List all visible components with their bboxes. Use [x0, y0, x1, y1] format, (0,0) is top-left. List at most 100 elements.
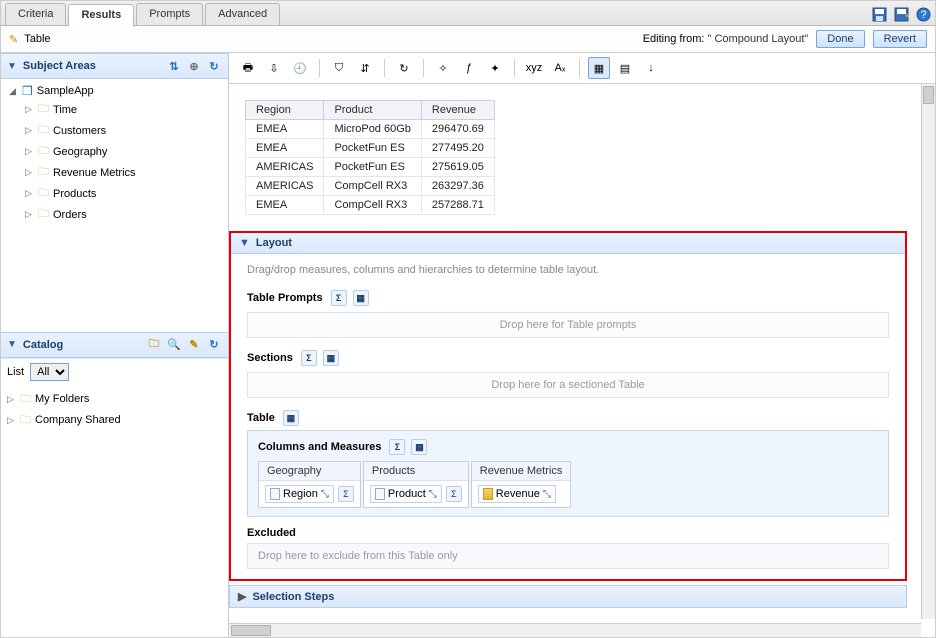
- schedule-icon[interactable]: 🕘: [289, 57, 311, 79]
- tree-item-time[interactable]: ▷🗀Time: [5, 99, 224, 120]
- selection-steps-header[interactable]: ▶ Selection Steps: [229, 585, 907, 608]
- tree-item-products[interactable]: ▷🗀Products: [5, 183, 224, 204]
- sections-text: Sections: [247, 352, 293, 364]
- columns-measures-box: Columns and Measures Σ ▦ Geography: [247, 430, 889, 517]
- new-prompt-icon[interactable]: ✦: [484, 57, 506, 79]
- catalog-tree: ▷🗀My Folders ▷🗀Company Shared: [1, 385, 228, 638]
- cell: CompCell RX3: [324, 196, 421, 215]
- format-icon[interactable]: Aₓ: [549, 57, 571, 79]
- column-header-region[interactable]: Region: [246, 101, 324, 120]
- folder-icon: 🗀: [38, 121, 49, 140]
- tree-item-geography[interactable]: ▷🗀Geography: [5, 141, 224, 162]
- refresh-results-icon[interactable]: ↻: [393, 57, 415, 79]
- caret-closed-icon: ▷: [25, 167, 34, 178]
- cell: AMERICAS: [246, 158, 324, 177]
- table-prompts-dropzone[interactable]: Drop here for Table prompts: [247, 312, 889, 338]
- view-mode-layout-icon[interactable]: ▤: [614, 57, 636, 79]
- refresh-icon[interactable]: ↻: [206, 58, 222, 74]
- sort-icon[interactable]: ⇅: [166, 58, 182, 74]
- catalog-header[interactable]: ▼ Catalog 🗀 🔍 ✎ ↻: [1, 332, 228, 358]
- new-view-icon[interactable]: ✧: [432, 57, 454, 79]
- new-folder-icon[interactable]: 🗀: [146, 337, 162, 353]
- catalog-item-my-folders[interactable]: ▷🗀My Folders: [5, 389, 224, 410]
- tab-advanced[interactable]: Advanced: [205, 3, 280, 25]
- tab-prompts[interactable]: Prompts: [136, 3, 203, 25]
- chip-menu-icon[interactable]: ⤡: [321, 489, 329, 500]
- table-label: Table ▦: [247, 410, 889, 426]
- scrollbar-thumb[interactable]: [923, 86, 934, 104]
- properties-icon[interactable]: ▦: [323, 350, 339, 366]
- tree-item-revenue-metrics[interactable]: ▷🗀Revenue Metrics: [5, 162, 224, 183]
- table-row[interactable]: EMEAPocketFun ES277495.20: [246, 139, 495, 158]
- list-select[interactable]: All: [30, 363, 69, 381]
- chip-region[interactable]: Region⤡: [265, 485, 334, 503]
- xyz-icon[interactable]: xyz: [523, 57, 545, 79]
- tab-criteria[interactable]: Criteria: [5, 3, 66, 25]
- sections-dropzone[interactable]: Drop here for a sectioned Table: [247, 372, 889, 398]
- chip-product[interactable]: Product⤡: [370, 485, 442, 503]
- properties-icon[interactable]: ▦: [353, 290, 369, 306]
- cell: CompCell RX3: [324, 177, 421, 196]
- cm-col-products[interactable]: Products Product⤡ Σ: [363, 461, 469, 508]
- chip-menu-icon[interactable]: ⤡: [543, 489, 551, 500]
- totals-icon[interactable]: Σ: [301, 350, 317, 366]
- new-calc-icon[interactable]: ƒ: [458, 57, 480, 79]
- table-row[interactable]: AMERICASPocketFun ES275619.05: [246, 158, 495, 177]
- cm-col-revenue-metrics[interactable]: Revenue Metrics Revenue⤡: [471, 461, 572, 508]
- svg-text:*: *: [905, 12, 909, 22]
- properties-icon[interactable]: ▦: [411, 439, 427, 455]
- cm-col-header: Products: [364, 462, 468, 481]
- help-icon[interactable]: ?: [915, 6, 931, 22]
- tree-item-customers[interactable]: ▷🗀Customers: [5, 120, 224, 141]
- revert-button[interactable]: Revert: [873, 30, 927, 48]
- search-icon[interactable]: 🔍: [166, 337, 182, 353]
- add-area-icon[interactable]: ⊕: [186, 58, 202, 74]
- column-header-product[interactable]: Product: [324, 101, 421, 120]
- edit-icon[interactable]: ✎: [186, 337, 202, 353]
- catalog-item-company-shared[interactable]: ▷🗀Company Shared: [5, 410, 224, 431]
- column-header-revenue[interactable]: Revenue: [421, 101, 494, 120]
- tree-root[interactable]: ◢ ❒ SampleApp: [5, 83, 224, 99]
- table-row[interactable]: EMEAMicroPod 60Gb296470.69: [246, 120, 495, 139]
- subject-areas-header[interactable]: ▼ Subject Areas ⇅ ⊕ ↻: [1, 53, 228, 79]
- horizontal-scrollbar[interactable]: [229, 623, 921, 637]
- separator: [579, 59, 580, 77]
- table-properties-icon[interactable]: ▦: [283, 410, 299, 426]
- filter-icon[interactable]: ⛉: [328, 57, 350, 79]
- tab-results[interactable]: Results: [68, 4, 134, 26]
- refresh-catalog-icon[interactable]: ↻: [206, 337, 222, 353]
- layout-section: ▼ Layout Drag/drop measures, columns and…: [229, 231, 907, 581]
- columns-measures-header: Columns and Measures Σ ▦: [258, 439, 878, 455]
- totals-icon[interactable]: Σ: [446, 486, 462, 502]
- scrollbar-thumb[interactable]: [231, 625, 271, 636]
- layout-hint: Drag/drop measures, columns and hierarch…: [247, 258, 889, 286]
- tree-item-orders[interactable]: ▷🗀Orders: [5, 204, 224, 225]
- table-row[interactable]: EMEACompCell RX3257288.71: [246, 196, 495, 215]
- catalog-title: Catalog: [23, 339, 63, 351]
- done-button[interactable]: Done: [816, 30, 864, 48]
- expand-icon: ▶: [238, 590, 246, 603]
- cm-col-geography[interactable]: Geography Region⤡ Σ: [258, 461, 361, 508]
- save-as-icon[interactable]: *: [893, 6, 909, 22]
- totals-icon[interactable]: Σ: [389, 439, 405, 455]
- sort-tool-icon[interactable]: ⇵: [354, 57, 376, 79]
- excluded-label: Excluded: [247, 527, 889, 539]
- totals-icon[interactable]: Σ: [331, 290, 347, 306]
- export-icon[interactable]: ⇩: [263, 57, 285, 79]
- cell: 296470.69: [421, 120, 494, 139]
- print-icon[interactable]: 🖶: [237, 57, 259, 79]
- view-mode-grid-icon[interactable]: ▦: [588, 57, 610, 79]
- sort-columns-icon[interactable]: ↓: [640, 57, 662, 79]
- layout-header[interactable]: ▼ Layout: [231, 233, 905, 254]
- chip-menu-icon[interactable]: ⤡: [429, 489, 437, 500]
- caret-closed-icon: ▷: [7, 415, 16, 426]
- excluded-dropzone[interactable]: Drop here to exclude from this Table onl…: [247, 543, 889, 569]
- totals-icon[interactable]: Σ: [338, 486, 354, 502]
- vertical-scrollbar[interactable]: [921, 84, 935, 619]
- catalog-filter-bar: List All: [1, 358, 228, 385]
- save-icon[interactable]: [871, 6, 887, 22]
- table-row[interactable]: AMERICASCompCell RX3263297.36: [246, 177, 495, 196]
- subject-areas-title: Subject Areas: [23, 60, 96, 72]
- chip-revenue[interactable]: Revenue⤡: [478, 485, 556, 503]
- scroll-area: Region Product Revenue EMEAMicroPod 60Gb…: [229, 84, 921, 637]
